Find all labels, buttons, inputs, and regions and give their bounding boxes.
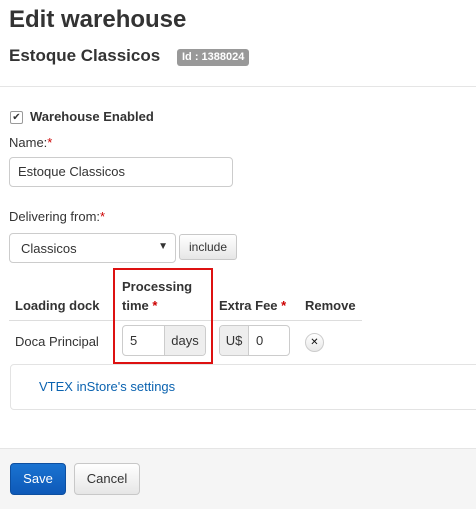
name-field[interactable]: Estoque Classicos [9, 157, 233, 187]
id-badge: Id : 1388024 [177, 49, 250, 66]
highlight-box [113, 268, 213, 364]
extra-fee-input[interactable]: U$ 0 [219, 325, 290, 356]
warehouse-name: Estoque Classicos [9, 46, 161, 65]
close-icon: ✕ [310, 337, 319, 348]
footer-bar [0, 448, 476, 509]
remove-header: Remove [305, 298, 356, 313]
required-mark: * [100, 209, 106, 224]
remove-button[interactable]: ✕ [305, 333, 324, 352]
caret-down-icon: ▼ [158, 241, 168, 252]
instore-settings-link[interactable]: VTEX inStore's settings [39, 379, 175, 394]
cancel-button[interactable]: Cancel [74, 463, 140, 495]
name-label: Name:* [9, 135, 53, 150]
warehouse-enabled-label: Warehouse Enabled [30, 109, 154, 124]
extra-fee-value[interactable]: 0 [256, 333, 263, 348]
loading-dock-cell: Doca Principal [15, 334, 99, 349]
save-button[interactable]: Save [10, 463, 66, 495]
delivering-from-value: Classicos [21, 241, 77, 256]
warehouse-enabled-checkbox[interactable]: ✔ [10, 111, 23, 124]
extra-fee-header: Extra Fee * [219, 298, 287, 313]
required-mark: * [281, 298, 287, 313]
delivering-from-label: Delivering from:* [9, 209, 106, 224]
check-icon: ✔ [12, 112, 21, 123]
required-mark: * [47, 135, 53, 150]
page-title: Edit warehouse [9, 6, 187, 33]
header-divider [0, 86, 476, 87]
include-button[interactable]: include [179, 234, 238, 260]
loading-dock-header: Loading dock [15, 298, 100, 313]
extra-fee-currency: U$ [220, 326, 249, 355]
delivering-from-select[interactable]: Classicos ▼ [9, 233, 176, 263]
